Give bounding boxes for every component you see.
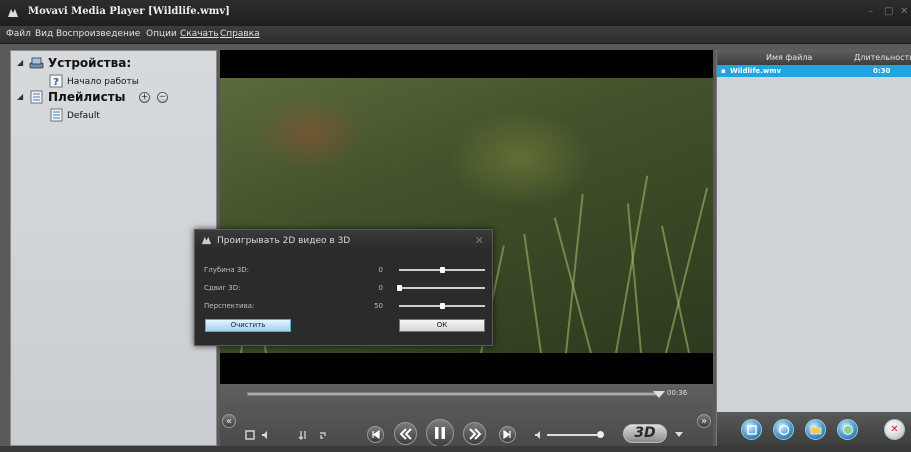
- movavi-logo-icon: [201, 236, 212, 245]
- menu-download[interactable]: Скачать: [180, 29, 219, 39]
- add-file-button[interactable]: [741, 419, 762, 440]
- menu-view[interactable]: Вид: [35, 29, 53, 39]
- depth-slider-knob[interactable]: [440, 267, 445, 273]
- column-duration[interactable]: Длительность: [854, 53, 911, 62]
- playlist-row[interactable]: ▪ Wildlife.wmv 0:30: [717, 65, 911, 77]
- perspective-label: Перспектива:: [204, 302, 255, 310]
- sort-icon[interactable]: [297, 429, 309, 441]
- dialog-title: Проигрывать 2D видео в 3D: [217, 236, 351, 246]
- remove-file-button[interactable]: ✕: [884, 419, 905, 440]
- volume-slider-knob[interactable]: [597, 431, 604, 438]
- depth-value: 0: [378, 266, 383, 274]
- ok-button[interactable]: ОК: [399, 319, 485, 332]
- add-folder-button[interactable]: [805, 419, 826, 440]
- minimize-button[interactable]: –: [868, 6, 873, 17]
- library-tree: ◢ Устройства: ? Начало работы ◢ Плейлист…: [10, 50, 217, 446]
- menu-options[interactable]: Опции: [146, 29, 177, 39]
- expand-right-button[interactable]: »: [697, 414, 711, 428]
- maximize-button[interactable]: □: [884, 6, 893, 17]
- menu-bar: Файл Вид Воспроизведение Опции Скачать С…: [0, 26, 911, 44]
- grass-blade: [553, 217, 592, 353]
- menu-file[interactable]: Файл: [6, 29, 31, 39]
- tree-item-default[interactable]: Default: [49, 108, 199, 124]
- playlist-panel: Имя файла Длительность ▪ Wildlife.wmv 0:…: [716, 50, 911, 412]
- screen-icon[interactable]: [244, 429, 256, 441]
- grass-blade: [660, 225, 690, 353]
- add-disc-button[interactable]: [773, 419, 794, 440]
- close-window-button[interactable]: ✕: [900, 6, 908, 17]
- mute-icon[interactable]: [532, 429, 544, 441]
- remove-playlist-button[interactable]: −: [157, 92, 168, 103]
- window-title: Movavi Media Player [Wildlife.wmv]: [28, 6, 230, 17]
- devices-header: Устройства:: [48, 56, 132, 70]
- tree-node-playlists[interactable]: ◢ Плейлисты + −: [17, 90, 207, 106]
- start-item-label: Начало работы: [67, 77, 139, 87]
- menu-arrow-icon[interactable]: [674, 430, 684, 440]
- add-playlist-button[interactable]: +: [139, 92, 150, 103]
- perspective-slider-knob[interactable]: [440, 303, 445, 309]
- file-icon: ▪: [721, 67, 726, 75]
- 3d-mode-button[interactable]: 3D: [623, 424, 667, 443]
- seek-position-marker[interactable]: [653, 391, 665, 398]
- shift-value: 0: [378, 284, 383, 292]
- help-icon: ?: [49, 74, 63, 88]
- pause-button[interactable]: [426, 419, 454, 447]
- movavi-logo-icon: [8, 9, 18, 17]
- perspective-value: 50: [374, 302, 383, 310]
- playlists-header: Плейлисты: [48, 90, 126, 104]
- dialog-2d-to-3d: Проигрывать 2D видео в 3D ✕ Глубина 3D: …: [194, 229, 493, 346]
- dialog-close-button[interactable]: ✕: [475, 234, 484, 247]
- skip-forward-button[interactable]: [499, 426, 516, 443]
- repeat-icon[interactable]: [317, 429, 329, 441]
- rewind-button[interactable]: [394, 422, 417, 445]
- seek-bar[interactable]: [247, 392, 659, 396]
- grass-blade: [523, 234, 542, 353]
- playlist-toolbar: ✕: [716, 412, 911, 446]
- menu-help[interactable]: Справка: [220, 29, 260, 39]
- perspective-slider[interactable]: [399, 303, 485, 309]
- volume-slider[interactable]: [547, 434, 597, 436]
- depth-label: Глубина 3D:: [204, 266, 250, 274]
- title-bar: Movavi Media Player [Wildlife.wmv] – □ ✕: [0, 0, 911, 26]
- menu-playback[interactable]: Воспроизведение: [56, 29, 140, 39]
- collapse-left-button[interactable]: «: [222, 414, 236, 428]
- expand-arrow-icon[interactable]: ◢: [17, 58, 23, 67]
- depth-slider[interactable]: [399, 267, 485, 273]
- tree-item-start[interactable]: ? Начало работы: [49, 74, 199, 90]
- column-filename[interactable]: Имя файла: [766, 53, 812, 62]
- default-playlist-label: Default: [67, 111, 100, 121]
- playlist-icon: [30, 90, 43, 104]
- device-icon: [29, 57, 44, 69]
- app-window: Movavi Media Player [Wildlife.wmv] – □ ✕…: [0, 0, 911, 452]
- volume-small-icon[interactable]: [260, 429, 272, 441]
- time-display: 00:36: [667, 389, 688, 397]
- shift-slider[interactable]: [397, 285, 485, 291]
- clear-button[interactable]: Очистить: [205, 319, 291, 332]
- dialog-title-bar[interactable]: Проигрывать 2D видео в 3D ✕: [195, 230, 492, 252]
- shift-slider-knob[interactable]: [397, 285, 402, 291]
- playlist-icon: [50, 108, 63, 122]
- forward-button[interactable]: [463, 422, 486, 445]
- tree-node-devices[interactable]: ◢ Устройства:: [17, 56, 207, 72]
- window-bottom-edge: [0, 446, 911, 452]
- playback-controls: 00:36 « » 3D: [220, 384, 713, 447]
- playlist-row-duration: 0:30: [873, 67, 891, 75]
- playlist-row-name: Wildlife.wmv: [730, 67, 782, 75]
- expand-arrow-icon[interactable]: ◢: [17, 92, 23, 101]
- shift-label: Сдвиг 3D:: [204, 284, 241, 292]
- playlist-header: Имя файла Длительность: [717, 50, 911, 65]
- add-url-button[interactable]: [837, 419, 858, 440]
- svg-text:?: ?: [53, 77, 59, 88]
- skip-back-button[interactable]: [367, 426, 384, 443]
